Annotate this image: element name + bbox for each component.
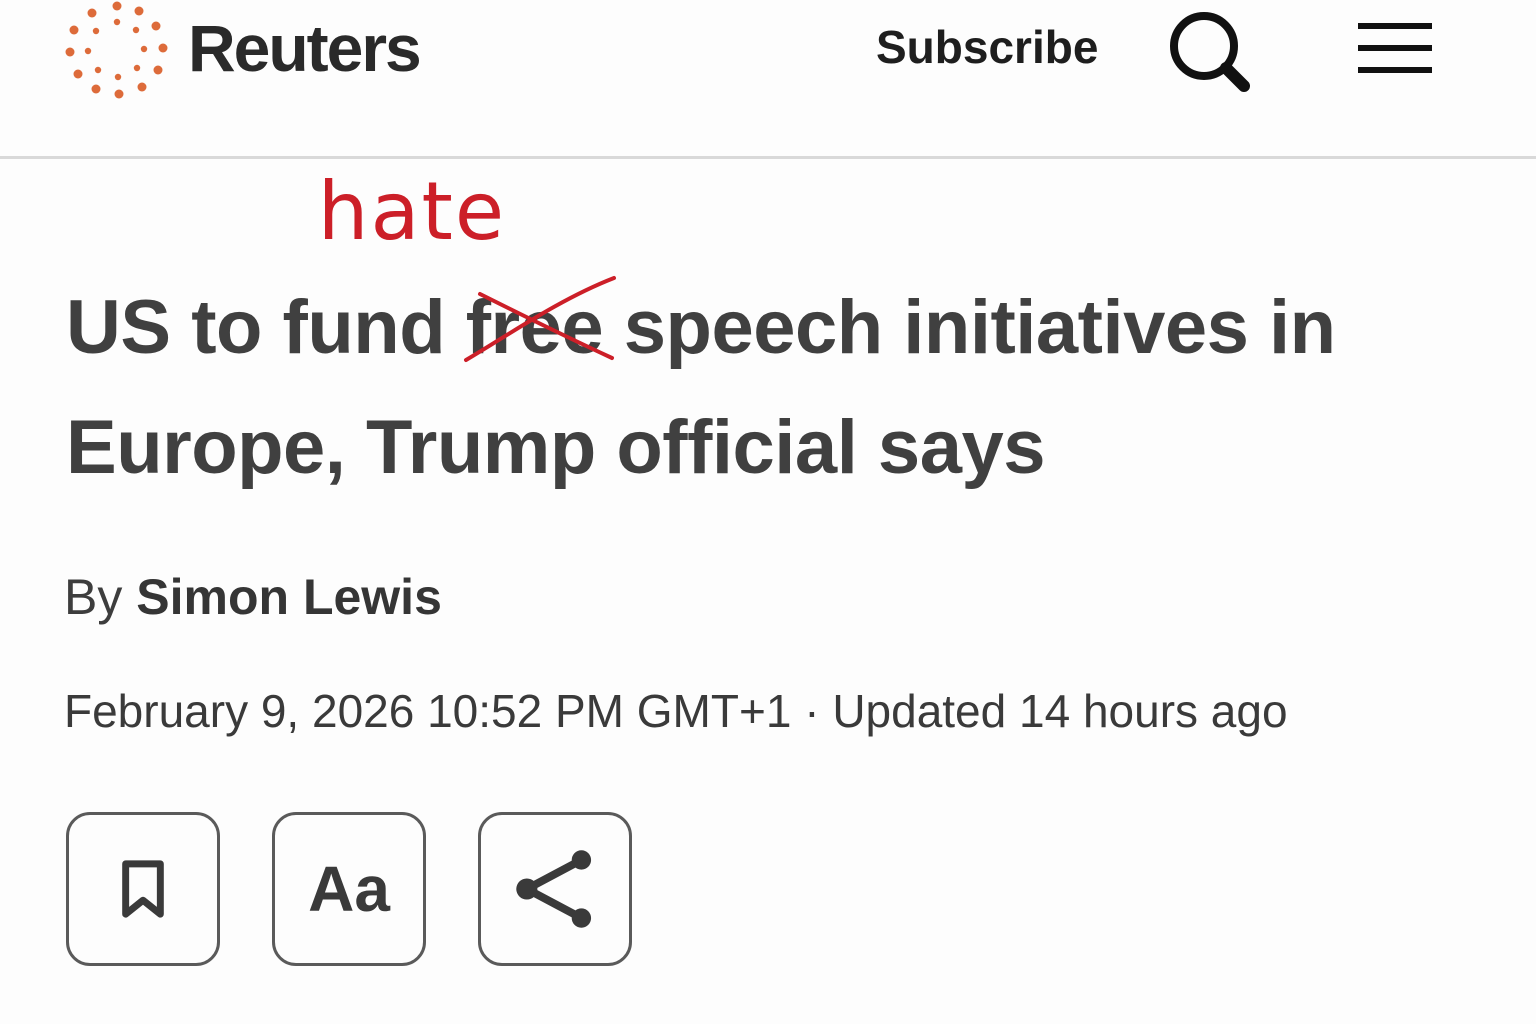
headline-start: US to fund xyxy=(66,285,466,370)
dateline-separator: · xyxy=(804,685,820,737)
author-link[interactable]: Simon Lewis xyxy=(136,569,442,625)
search-button[interactable] xyxy=(1166,8,1256,98)
subscribe-button[interactable]: Subscribe xyxy=(876,20,1098,74)
menu-button[interactable] xyxy=(1356,18,1436,82)
bookmark-icon xyxy=(122,860,164,918)
handwritten-replacement: hate xyxy=(317,165,507,258)
reuters-logo[interactable] xyxy=(62,0,172,104)
font-size-button[interactable]: Aa xyxy=(272,812,426,966)
save-article-button[interactable] xyxy=(66,812,220,966)
headline: US to fund free hate speech initiatives i… xyxy=(66,172,1486,508)
strike-marks xyxy=(463,276,616,362)
handwritten-edit: free hate xyxy=(318,172,616,388)
byline-prefix: By xyxy=(64,569,123,625)
hamburger-menu-icon xyxy=(1358,23,1432,73)
dateline: February 9, 2026 10:52 PM GMT+1 · Update… xyxy=(64,684,1288,738)
font-size-label: Aa xyxy=(308,853,390,925)
share-icon xyxy=(516,850,592,928)
site-header: Reuters Subscribe xyxy=(0,0,1536,159)
article-page: Reuters Subscribe US to fund free hate sp… xyxy=(0,0,1536,1024)
published-date: February 9, 2026 10:52 PM GMT+1 xyxy=(64,685,792,737)
updated-time: Updated 14 hours ago xyxy=(832,685,1288,737)
byline: By Simon Lewis xyxy=(64,568,442,626)
share-button[interactable] xyxy=(478,812,632,966)
brand-name[interactable]: Reuters xyxy=(188,10,422,86)
search-icon xyxy=(1170,12,1250,92)
